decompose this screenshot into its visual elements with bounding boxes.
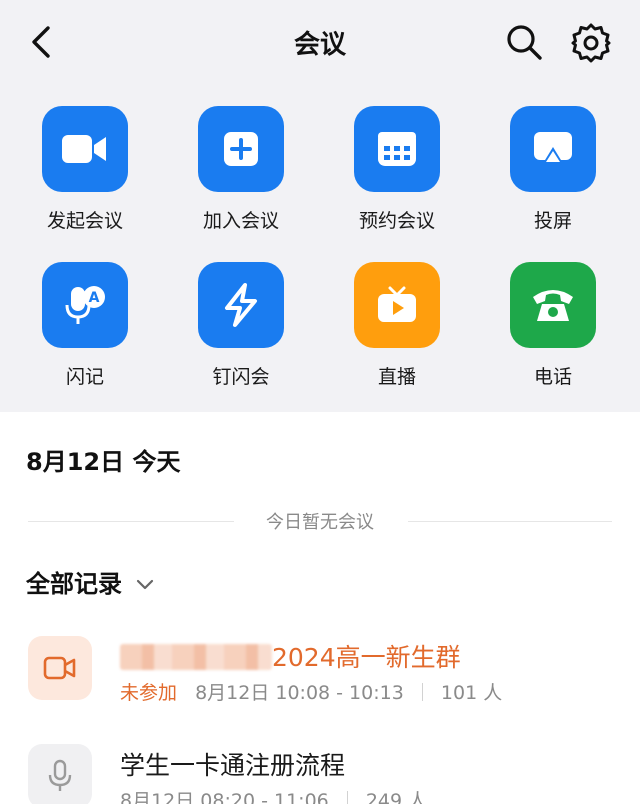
action-label: 直播	[377, 366, 416, 388]
action-label: 电话	[533, 366, 572, 388]
action-flash-meeting[interactable]: 钉闪会	[166, 262, 316, 412]
record-title: 学生一卡通注册流程	[120, 751, 346, 780]
action-schedule-meeting[interactable]: 预约会议	[322, 106, 472, 256]
record-count: 101 人	[440, 682, 503, 704]
action-label: 投屏	[533, 210, 572, 232]
divider-right	[408, 521, 612, 522]
record-item[interactable]: 学生一卡通注册流程 8月12日 08:20 - 11:06 249 人	[0, 744, 640, 804]
voice-note-icon: A	[42, 262, 128, 348]
record-status: 未参加	[120, 682, 178, 704]
record-count: 249 人	[365, 790, 428, 804]
action-label: 发起会议	[46, 210, 123, 232]
plus-square-icon	[198, 106, 284, 192]
chevron-down-icon	[136, 579, 154, 589]
redacted-text	[120, 644, 272, 670]
action-label: 加入会议	[202, 210, 279, 232]
records-filter[interactable]: 全部记录	[26, 564, 156, 599]
action-start-meeting[interactable]: 发起会议	[10, 106, 160, 256]
record-time: 8月12日 10:08 - 10:13	[195, 682, 404, 704]
action-join-meeting[interactable]: 加入会议	[166, 106, 316, 256]
calendar-icon	[354, 106, 440, 192]
today-date-title: 8月12日 今天	[26, 448, 181, 476]
meta-separator	[421, 683, 423, 701]
action-voice-note[interactable]: A 闪记	[10, 262, 160, 412]
record-time: 8月12日 08:20 - 11:06	[120, 790, 329, 804]
action-label: 钉闪会	[212, 366, 270, 388]
top-panel: 会议 发起会议 加入会议 预约会议 投屏 A 闪记 钉闪会 直播 电话	[0, 0, 640, 412]
svg-text:A: A	[89, 290, 100, 306]
action-label: 预约会议	[358, 210, 435, 232]
action-phone[interactable]: 电话	[478, 262, 628, 412]
tv-play-icon	[354, 262, 440, 348]
gear-icon[interactable]	[568, 20, 614, 66]
action-screen-cast[interactable]: 投屏	[478, 106, 628, 256]
action-label: 闪记	[65, 366, 104, 388]
records-title: 全部记录	[26, 570, 122, 598]
telephone-icon	[510, 262, 596, 348]
video-camera-icon	[28, 636, 92, 700]
action-live-stream[interactable]: 直播	[322, 262, 472, 412]
record-title: 2024高一新生群	[120, 638, 461, 674]
screen-cast-icon	[510, 106, 596, 192]
meta-separator	[346, 791, 348, 804]
search-icon[interactable]	[502, 20, 546, 64]
header: 会议	[0, 0, 640, 84]
record-title-text: 2024高一新生群	[272, 643, 461, 672]
record-item[interactable]: 2024高一新生群 未参加 8月12日 10:08 - 10:13 101 人	[0, 636, 640, 726]
lightning-icon	[198, 262, 284, 348]
record-meta: 8月12日 08:20 - 11:06 249 人	[120, 786, 427, 804]
microphone-icon	[28, 744, 92, 804]
record-meta: 未参加 8月12日 10:08 - 10:13 101 人	[120, 678, 502, 705]
video-camera-icon	[42, 106, 128, 192]
